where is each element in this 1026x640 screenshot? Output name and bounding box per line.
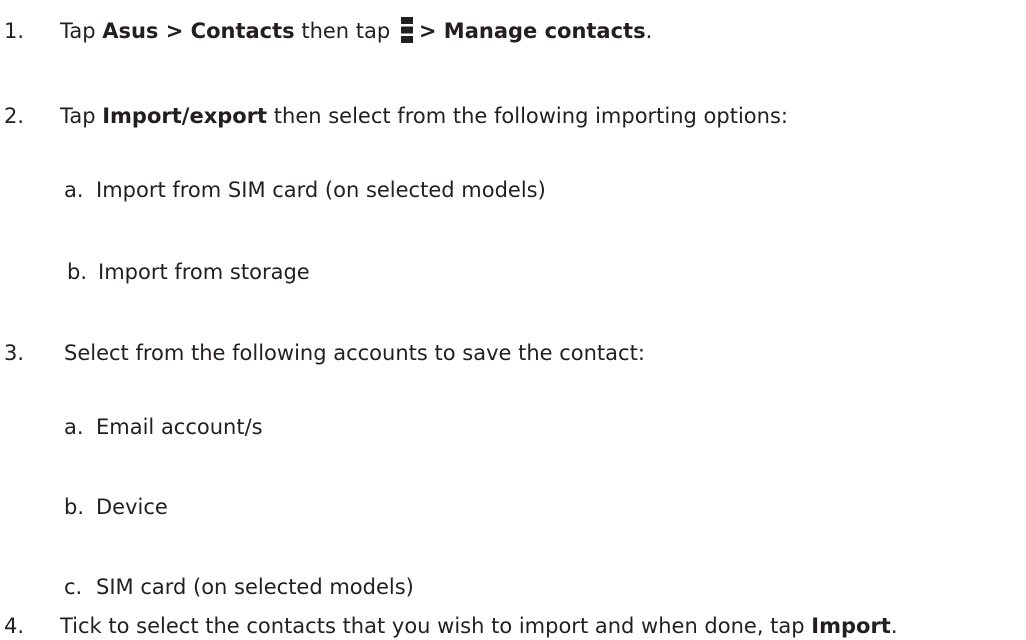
bold-term-import: Import xyxy=(811,614,891,638)
sub-item-text: Device xyxy=(96,495,168,519)
step-text: Tap xyxy=(60,104,103,128)
sub-item-text: Import from SIM card (on selected models… xyxy=(96,178,546,202)
step-text: then tap xyxy=(294,19,397,43)
sub-item-text: Import from storage xyxy=(98,260,310,284)
bold-term-asus: Asus xyxy=(102,19,159,43)
step-text: Select from the following accounts to sa… xyxy=(64,341,645,365)
sub-letter: a. xyxy=(64,415,84,439)
step-text: . xyxy=(645,19,653,43)
step-text: . xyxy=(890,614,898,638)
sub-item-text: Email account/s xyxy=(96,415,263,439)
separator: > xyxy=(158,19,191,43)
step-number: 3. xyxy=(4,341,25,365)
step-1-text: Tap Asus > Contacts then tap > Manage co… xyxy=(60,17,652,46)
sub-letter: a. xyxy=(64,178,84,202)
step-4-text: Tick to select the contacts that you wis… xyxy=(60,612,898,640)
step-number: 4. xyxy=(4,614,25,638)
bold-term-contacts: Contacts xyxy=(190,19,295,43)
sub-item-text: SIM card (on selected models) xyxy=(96,575,414,599)
step-number: 1. xyxy=(4,19,25,43)
step-2-text: Tap Import/export then select from the f… xyxy=(60,102,788,130)
sub-letter: c. xyxy=(64,575,83,599)
sub-letter: b. xyxy=(64,495,85,519)
step-number: 2. xyxy=(4,104,25,128)
sub-letter: b. xyxy=(67,260,88,284)
step-text: Tick to select the contacts that you wis… xyxy=(60,614,812,638)
bold-term-manage-contacts: > Manage contacts xyxy=(418,19,646,43)
step-text: then select from the following importing… xyxy=(267,104,788,128)
overflow-menu-icon xyxy=(400,16,413,44)
step-text: Tap xyxy=(60,19,103,43)
bold-term-import-export: Import/export xyxy=(102,104,268,128)
step-3-text: Select from the following accounts to sa… xyxy=(64,339,645,367)
